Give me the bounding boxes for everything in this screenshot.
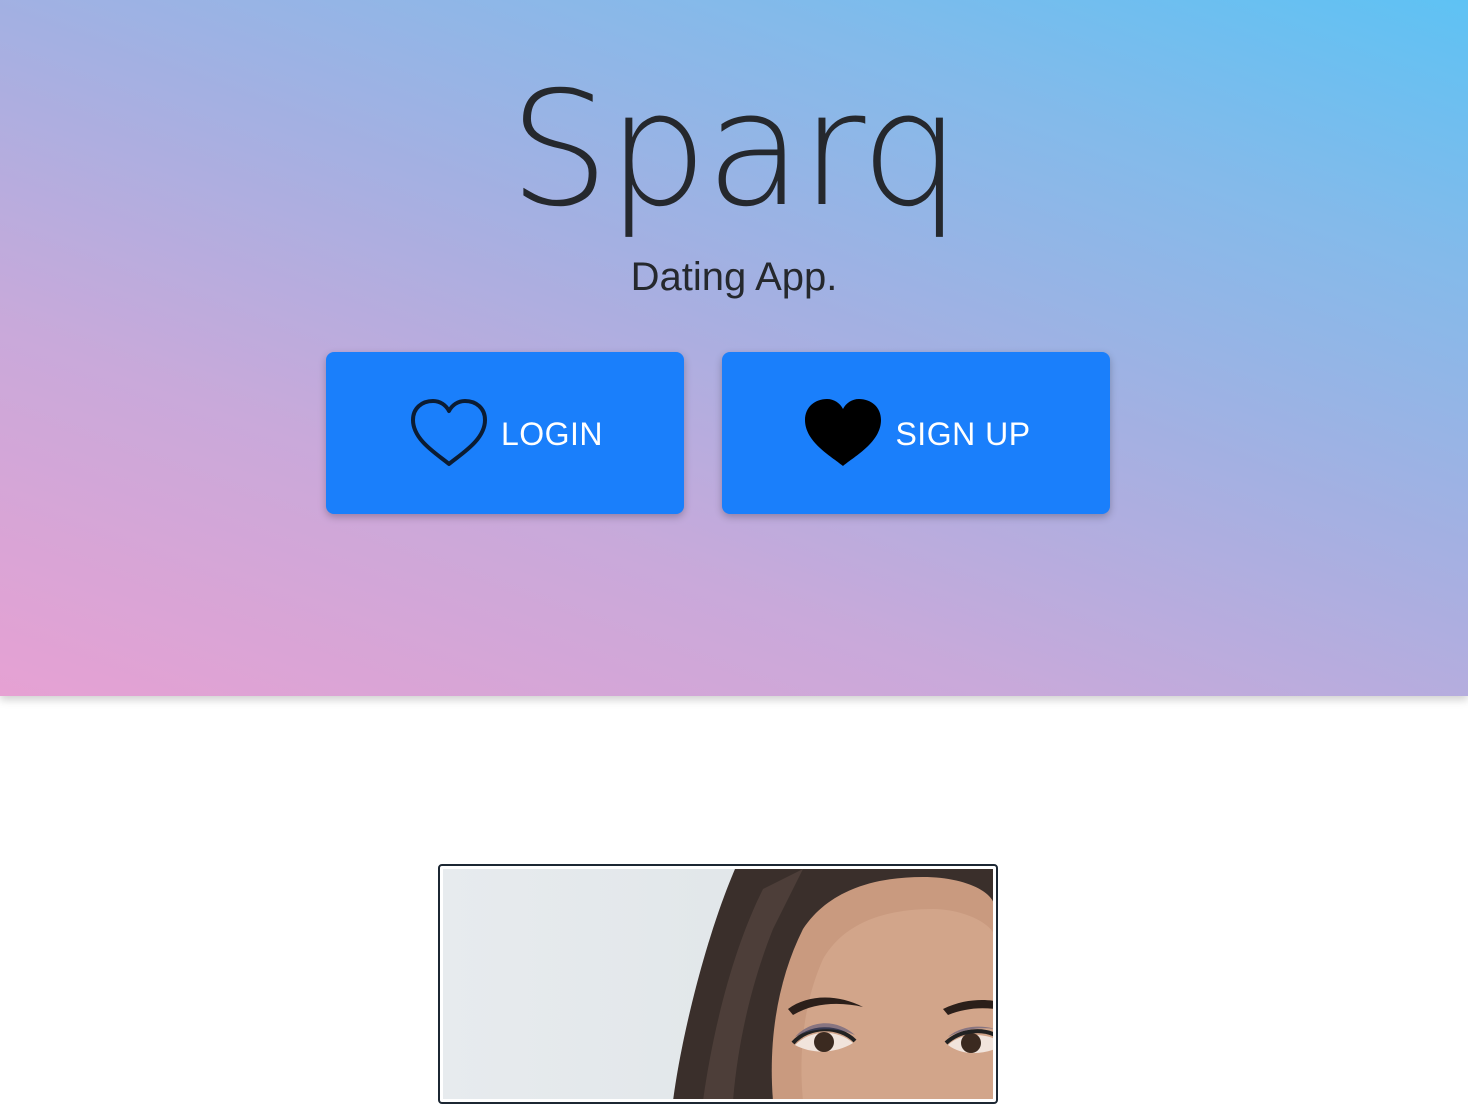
login-label: LOGIN xyxy=(500,416,604,452)
heart-outline-icon xyxy=(407,396,491,470)
login-button[interactable]: LOGIN xyxy=(326,352,684,514)
profile-photo xyxy=(443,869,993,1099)
app-title: Sparq xyxy=(509,58,961,242)
signup-label: SIGN UP xyxy=(895,416,1031,452)
profile-card[interactable] xyxy=(438,864,998,1104)
signup-button[interactable]: SIGN UP xyxy=(722,352,1110,514)
heart-filled-icon xyxy=(801,396,885,470)
hero-section: Sparq Dating App. LOGIN SIGN UP xyxy=(0,0,1468,696)
app-tagline: Dating App. xyxy=(630,255,838,299)
